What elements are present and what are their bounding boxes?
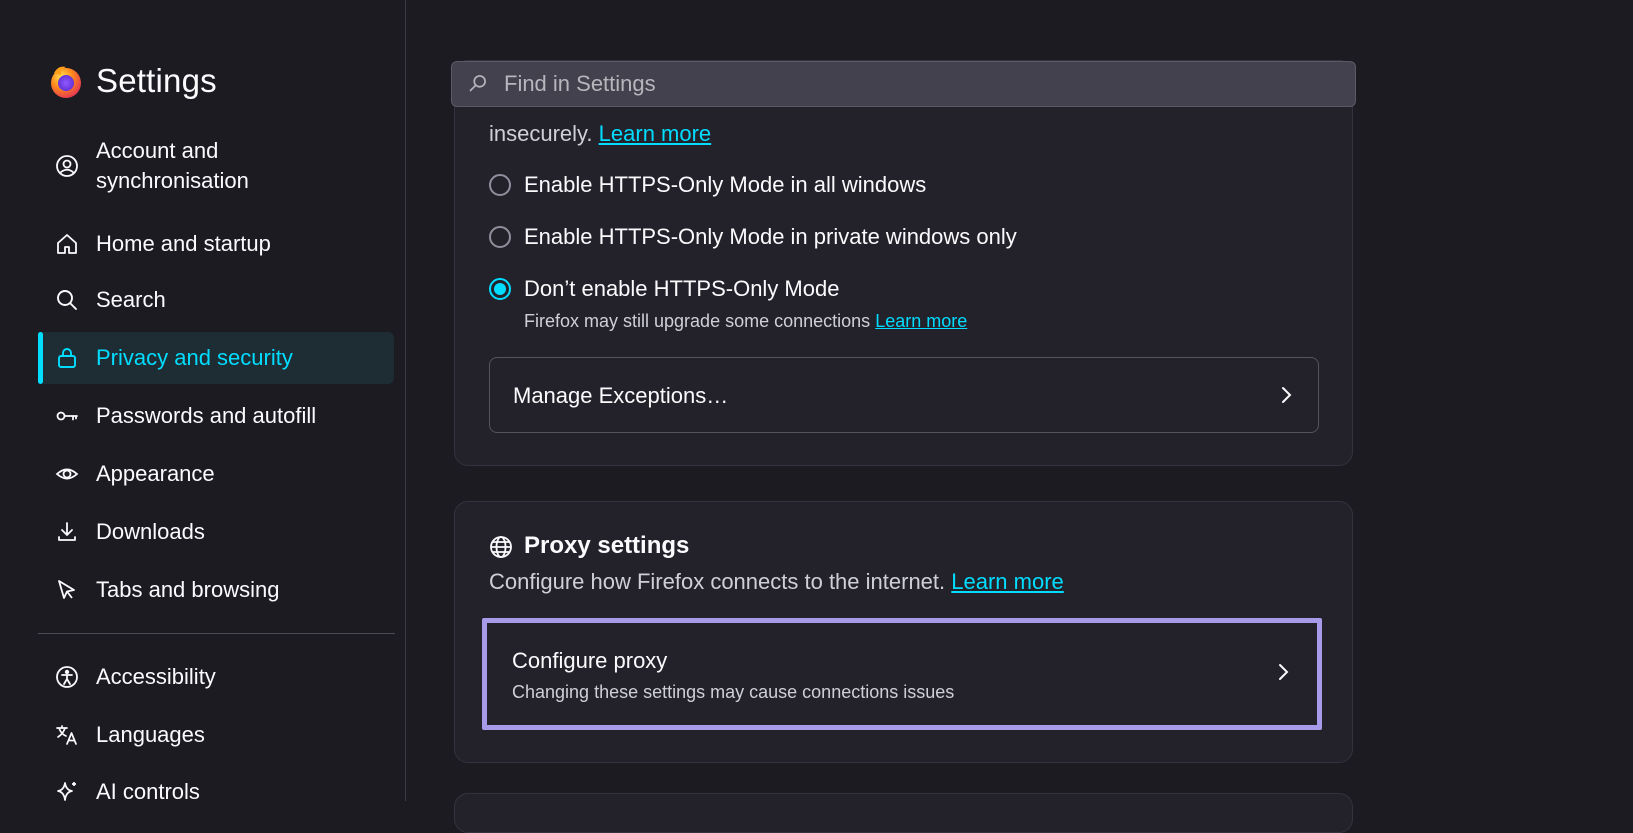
https-only-card: insecurely. Learn more Enable HTTPS-Only…	[454, 60, 1353, 466]
https-intro: insecurely. Learn more	[489, 121, 711, 147]
sidebar-item-label: AI controls	[96, 779, 200, 804]
sidebar-divider	[38, 633, 395, 634]
sidebar-item-passwords[interactable]: Passwords and autofill	[38, 394, 394, 438]
sidebar-item-downloads[interactable]: Downloads	[38, 510, 394, 554]
radio-https-all-windows[interactable]	[489, 174, 511, 196]
radio-label: Enable HTTPS-Only Mode in all windows	[524, 172, 927, 197]
sidebar-item-home[interactable]: Home and startup	[38, 222, 394, 266]
radio-https-private-only[interactable]	[489, 226, 511, 248]
sidebar-item-account[interactable]: Account and synchronisation	[38, 135, 394, 197]
sidebar-item-tabs[interactable]: Tabs and browsing	[38, 568, 394, 612]
manage-exceptions-button[interactable]: Manage Exceptions…	[489, 357, 1319, 433]
https-learn-more-link[interactable]: Learn more	[599, 121, 712, 146]
sidebar-item-label: Account and synchronisation	[96, 138, 249, 193]
chevron-right-icon	[1276, 385, 1296, 405]
sidebar-item-label: Languages	[96, 722, 205, 747]
search-placeholder: Find in Settings	[504, 71, 656, 96]
proxy-settings-title: Proxy settings	[524, 532, 690, 559]
sidebar-item-languages[interactable]: Languages	[38, 713, 394, 757]
sidebar-item-search[interactable]: Search	[38, 278, 394, 322]
key-icon	[54, 403, 80, 429]
settings-title: Settings	[96, 62, 217, 99]
sidebar-item-ai-controls[interactable]: AI controls	[38, 770, 394, 814]
sidebar: Settings Account and synchronisation Hom…	[0, 0, 406, 804]
https-note-learn-more-link[interactable]: Learn more	[875, 311, 967, 331]
search-icon	[468, 73, 490, 95]
lock-icon	[54, 345, 80, 371]
proxy-description-text: Configure how Firefox connects to the in…	[489, 569, 946, 594]
sidebar-item-appearance[interactable]: Appearance	[38, 452, 394, 496]
next-section-card	[454, 793, 1353, 833]
accessibility-icon	[54, 664, 80, 690]
sidebar-item-label: Accessibility	[96, 664, 216, 689]
sidebar-item-label: Tabs and browsing	[96, 577, 280, 602]
sidebar-item-label: Search	[96, 287, 166, 312]
eye-icon	[54, 461, 80, 487]
radio-label: Enable HTTPS-Only Mode in private window…	[524, 224, 1017, 249]
account-circle-icon	[54, 153, 80, 179]
sidebar-item-label: Appearance	[96, 461, 215, 486]
https-note-text: Firefox may still upgrade some connectio…	[524, 311, 871, 331]
configure-proxy-highlight	[482, 618, 1322, 730]
sparkle-icon	[54, 779, 80, 805]
proxy-learn-more-link[interactable]: Learn more	[951, 569, 1064, 594]
brand: Settings	[48, 62, 217, 100]
globe-icon	[489, 535, 513, 559]
firefox-logo-icon	[48, 63, 84, 99]
manage-exceptions-label: Manage Exceptions…	[513, 383, 729, 408]
download-icon	[54, 519, 80, 545]
home-icon	[54, 231, 80, 257]
search-icon	[54, 287, 80, 313]
sidebar-item-label: Passwords and autofill	[96, 403, 317, 428]
https-intro-text: insecurely.	[489, 121, 593, 146]
search-input[interactable]: Find in Settings	[451, 61, 1356, 107]
sidebar-item-label: Home and startup	[96, 231, 271, 256]
radio-label: Don’t enable HTTPS-Only Mode	[524, 276, 840, 301]
sidebar-item-label: Privacy and security	[96, 345, 293, 370]
proxy-description: Configure how Firefox connects to the in…	[489, 569, 1064, 595]
translate-icon	[54, 722, 80, 748]
sidebar-item-accessibility[interactable]: Accessibility	[38, 655, 394, 699]
radio-https-dont-enable[interactable]	[489, 278, 511, 300]
cursor-icon	[54, 577, 80, 603]
https-note: Firefox may still upgrade some connectio…	[524, 311, 967, 332]
sidebar-item-label: Downloads	[96, 519, 205, 544]
sidebar-item-privacy[interactable]: Privacy and security	[38, 332, 394, 384]
